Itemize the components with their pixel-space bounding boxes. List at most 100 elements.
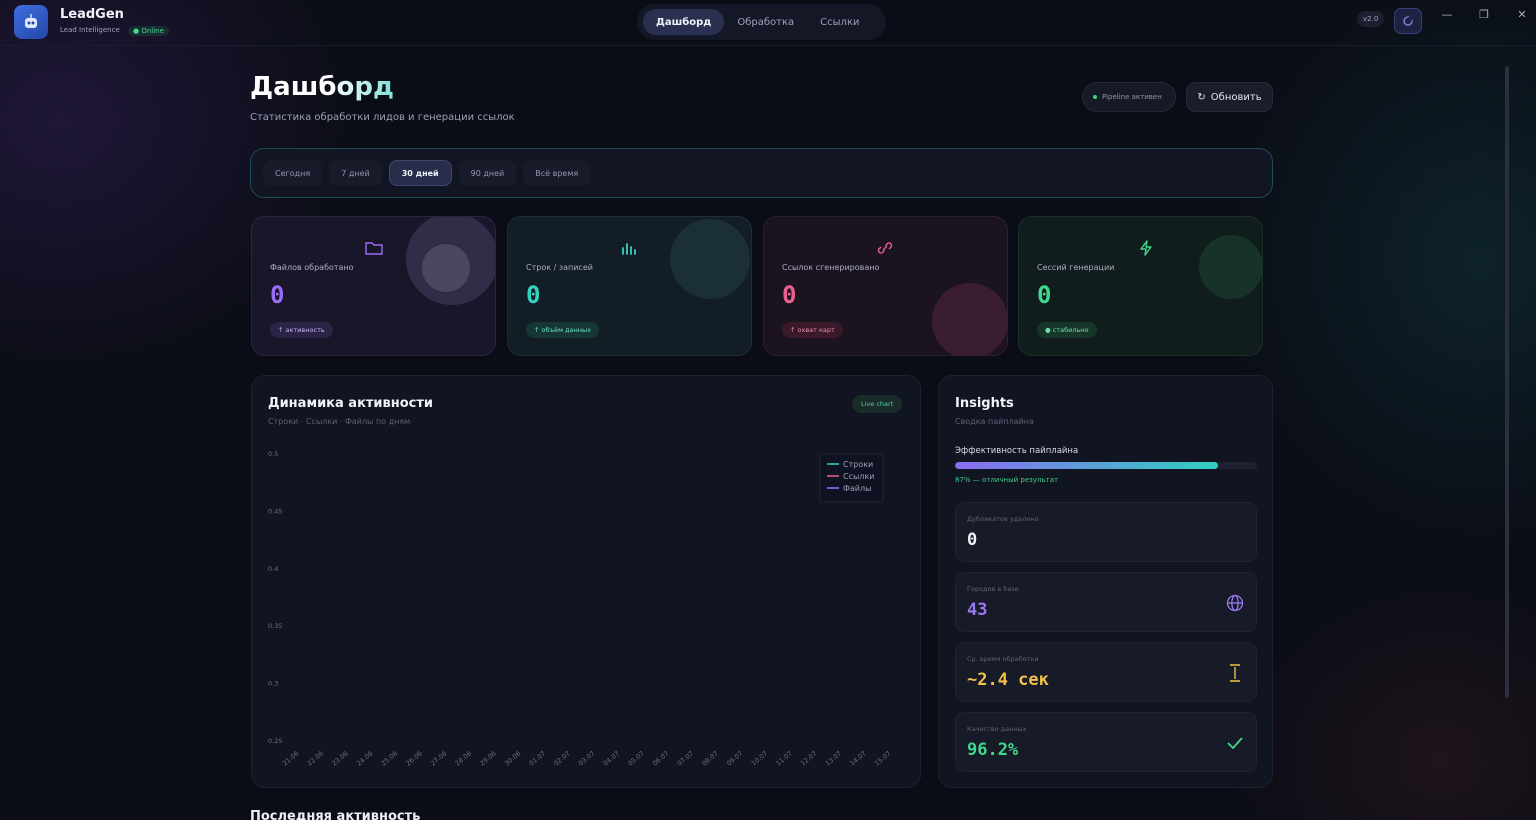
x-tick-label: 30.06: [503, 749, 522, 767]
insight-label: Качество данных: [967, 725, 1027, 733]
stat-value: 0: [526, 281, 541, 309]
card-decoration: [932, 283, 1007, 355]
x-tick-label: 11.07: [774, 749, 793, 767]
x-tick-label: 28.06: [454, 749, 473, 767]
x-tick-label: 25.06: [380, 749, 399, 767]
x-tick-label: 13.07: [824, 749, 843, 767]
lightning-icon: [1135, 239, 1157, 257]
period-today[interactable]: Сегодня: [263, 160, 323, 186]
period-30-days[interactable]: 30 дней: [388, 160, 452, 186]
x-tick-label: 29.06: [478, 749, 497, 767]
x-tick-label: 12.07: [799, 749, 818, 767]
period-7-days[interactable]: 7 дней: [329, 160, 382, 186]
legend-label: Файлы: [843, 484, 871, 493]
stat-label: Файлов обработано: [270, 263, 354, 272]
theme-toggle-button[interactable]: [1394, 8, 1422, 34]
online-badge: ● Online: [128, 26, 169, 36]
version-badge: v2.0: [1357, 11, 1385, 27]
x-tick-label: 09.07: [725, 749, 744, 767]
stat-card-rows: Строк / записей 0 ↑ объём данных: [507, 216, 752, 356]
stat-card-sessions: Сессий генерации 0 ● стабильно: [1018, 216, 1263, 356]
y-tick-label: 0.3: [268, 680, 278, 688]
hourglass-icon: [1224, 662, 1246, 684]
bar-chart-icon: [619, 239, 641, 257]
x-tick-label: 02.07: [552, 749, 571, 767]
minimize-button[interactable]: —: [1437, 8, 1457, 24]
page-title: Дашборд: [250, 72, 394, 102]
page-scrollbar[interactable]: [1505, 66, 1509, 698]
page-subtitle: Статистика обработки лидов и генерации с…: [250, 112, 515, 123]
insight-label: Городов в базе: [967, 585, 1019, 593]
insight-label: Дубликатов удалено: [967, 515, 1039, 523]
insights-title: Insights: [955, 396, 1014, 411]
x-tick-label: 22.06: [306, 749, 325, 767]
x-tick-label: 24.06: [355, 749, 374, 767]
insight-cities: Городов в базе 43: [955, 572, 1257, 632]
legend-label: Ссылки: [843, 472, 874, 481]
maximize-button[interactable]: ❐: [1474, 8, 1494, 24]
stat-chip: ↑ охват карт: [782, 322, 843, 338]
insights-subtitle: Сводка пайплайна: [955, 417, 1034, 426]
main-nav: Дашборд Обработка Ссылки: [637, 4, 886, 40]
close-button[interactable]: ✕: [1512, 8, 1532, 24]
card-decoration: [422, 244, 470, 292]
refresh-label: Обновить: [1210, 91, 1262, 103]
tab-processing[interactable]: Обработка: [724, 9, 807, 35]
x-tick-label: 15.07: [873, 749, 892, 767]
tab-dashboard[interactable]: Дашборд: [643, 9, 725, 35]
insight-value: 43: [967, 600, 988, 620]
stat-card-files: Файлов обработано 0 ↑ активность: [251, 216, 496, 356]
insight-value: 0: [967, 530, 978, 550]
stat-chip: ↑ активность: [270, 322, 333, 338]
efficiency-label: Эффективность пайплайна: [955, 446, 1079, 456]
insight-label: Ср. время обработки: [967, 655, 1039, 663]
app-subtitle: Lead Intelligence: [60, 26, 120, 34]
app-logo: [14, 5, 48, 39]
refresh-button[interactable]: ↻ Обновить: [1186, 82, 1273, 112]
x-tick-label: 23.06: [330, 749, 349, 767]
y-tick-label: 0.4: [268, 565, 278, 573]
activity-chart: 0.5 0.45 0.4 0.35 0.3 0.25 21.06 22.06 23.06 24.0…: [268, 450, 892, 768]
x-tick-label: 27.06: [429, 749, 448, 767]
folder-icon: [363, 239, 385, 257]
robot-icon: [25, 14, 37, 28]
x-tick-label: 26.06: [404, 749, 423, 767]
refresh-icon: ↻: [1197, 91, 1206, 103]
link-icon: [874, 239, 896, 257]
x-tick-label: 10.07: [750, 749, 769, 767]
card-decoration: [1199, 235, 1262, 299]
x-tick-label: 21.06: [281, 749, 300, 767]
stat-value: 0: [1037, 281, 1052, 309]
insight-data-quality: Качество данных 96.2%: [955, 712, 1257, 772]
insight-value: 96.2%: [967, 740, 1019, 760]
insight-processing-time: Ср. время обработки ~2.4 сек: [955, 642, 1257, 702]
recent-activity-heading: Последняя активность: [250, 809, 421, 820]
moon-icon: [1403, 16, 1413, 26]
pipeline-status: Pipeline активен: [1082, 82, 1176, 112]
period-all-time[interactable]: Всё время: [523, 160, 591, 186]
stat-label: Сессий генерации: [1037, 263, 1115, 272]
period-90-days[interactable]: 90 дней: [458, 160, 517, 186]
stat-chip: ● стабильно: [1037, 322, 1097, 338]
period-filter: Сегодня 7 дней 30 дней 90 дней Всё время: [250, 148, 1273, 198]
x-tick-label: 14.07: [848, 749, 867, 767]
stat-chip: ↑ объём данных: [526, 322, 600, 338]
insight-value: ~2.4 сек: [967, 670, 1049, 690]
check-icon: [1224, 732, 1246, 754]
efficiency-note: 87% — отличный результат: [955, 476, 1059, 484]
x-tick-label: 06.07: [651, 749, 670, 767]
x-tick-label: 08.07: [700, 749, 719, 767]
y-tick-label: 0.45: [268, 507, 282, 515]
title-bar: LeadGen Lead Intelligence ● Online Дашбо…: [0, 0, 1536, 46]
stat-card-links: Ссылок сгенерировано 0 ↑ охват карт: [763, 216, 1008, 356]
card-decoration: [670, 219, 750, 299]
x-tick-label: 03.07: [577, 749, 596, 767]
tab-links[interactable]: Ссылки: [807, 9, 872, 35]
stat-value: 0: [782, 281, 797, 309]
stat-label: Ссылок сгенерировано: [782, 263, 880, 272]
stat-value: 0: [270, 281, 285, 309]
activity-chart-panel: Динамика активности Строки · Ссылки · Фа…: [251, 375, 921, 788]
y-tick-label: 0.5: [268, 450, 278, 458]
x-tick-label: 05.07: [626, 749, 645, 767]
efficiency-progress-bar: [955, 462, 1257, 469]
